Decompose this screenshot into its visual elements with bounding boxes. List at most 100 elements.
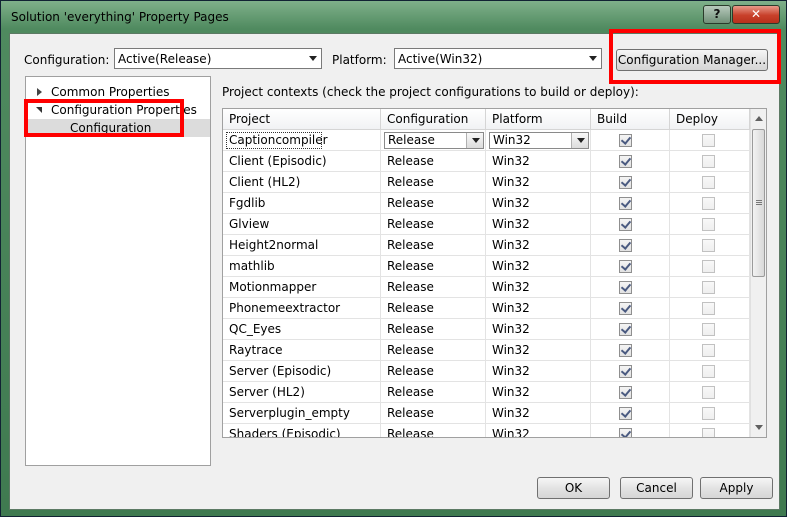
table-row[interactable]: Server (Episodic) Release Win32 bbox=[223, 361, 750, 382]
table-row[interactable]: Fgdlib Release Win32 bbox=[223, 193, 750, 214]
build-checkbox[interactable] bbox=[619, 407, 632, 420]
deploy-checkbox[interactable] bbox=[702, 323, 715, 336]
platform-cell[interactable]: Win32 bbox=[486, 235, 591, 256]
configuration-manager-button[interactable]: Configuration Manager... bbox=[616, 49, 768, 71]
scroll-down-icon[interactable] bbox=[755, 425, 763, 430]
deploy-checkbox[interactable] bbox=[702, 281, 715, 294]
column-header-build[interactable]: Build bbox=[591, 109, 670, 130]
project-cell[interactable]: Fgdlib bbox=[223, 193, 381, 214]
project-cell[interactable]: Glview bbox=[223, 214, 381, 235]
platform-cell-dropdown[interactable]: Win32 bbox=[489, 132, 589, 149]
table-row[interactable]: mathlib Release Win32 bbox=[223, 256, 750, 277]
project-cell[interactable]: Serverplugin_empty bbox=[223, 403, 381, 424]
platform-cell[interactable]: Win32 bbox=[486, 424, 591, 437]
build-checkbox[interactable] bbox=[619, 155, 632, 168]
deploy-checkbox[interactable] bbox=[702, 428, 715, 437]
project-cell[interactable]: Motionmapper bbox=[223, 277, 381, 298]
platform-cell[interactable]: Win32 bbox=[486, 256, 591, 277]
property-tree[interactable]: Common Properties Configuration Properti… bbox=[25, 76, 211, 466]
build-checkbox[interactable] bbox=[619, 197, 632, 210]
platform-cell[interactable]: Win32 bbox=[486, 298, 591, 319]
platform-cell[interactable]: Win32 bbox=[486, 172, 591, 193]
platform-cell[interactable]: Win32 bbox=[486, 277, 591, 298]
deploy-checkbox[interactable] bbox=[702, 155, 715, 168]
vertical-scrollbar[interactable] bbox=[750, 109, 766, 437]
deploy-checkbox[interactable] bbox=[702, 218, 715, 231]
column-header-configuration[interactable]: Configuration bbox=[381, 109, 486, 130]
platform-cell[interactable]: Win32 bbox=[486, 214, 591, 235]
deploy-checkbox[interactable] bbox=[702, 197, 715, 210]
configuration-cell[interactable]: Release bbox=[381, 403, 486, 424]
build-checkbox[interactable] bbox=[619, 386, 632, 399]
configuration-cell[interactable]: Release bbox=[381, 277, 486, 298]
table-row[interactable]: Shaders (Episodic) Release Win32 bbox=[223, 424, 750, 437]
build-checkbox[interactable] bbox=[619, 323, 632, 336]
table-row[interactable]: Height2normal Release Win32 bbox=[223, 235, 750, 256]
project-cell[interactable]: Client (HL2) bbox=[223, 172, 381, 193]
platform-cell[interactable]: Win32 bbox=[486, 319, 591, 340]
help-button[interactable]: ? bbox=[703, 5, 731, 24]
table-row[interactable]: Client (Episodic) Release Win32 bbox=[223, 151, 750, 172]
build-checkbox[interactable] bbox=[619, 260, 632, 273]
configuration-cell[interactable]: Release bbox=[381, 340, 486, 361]
build-checkbox[interactable] bbox=[619, 428, 632, 437]
tree-item-common-properties[interactable]: Common Properties bbox=[26, 83, 210, 101]
build-checkbox[interactable] bbox=[619, 134, 632, 147]
platform-cell[interactable]: Win32 bbox=[486, 130, 591, 151]
platform-cell[interactable]: Win32 bbox=[486, 340, 591, 361]
deploy-checkbox[interactable] bbox=[702, 365, 715, 378]
tree-item-configuration-properties[interactable]: Configuration Properties bbox=[26, 101, 210, 119]
platform-cell[interactable]: Win32 bbox=[486, 403, 591, 424]
project-cell[interactable]: Raytrace bbox=[223, 340, 381, 361]
column-header-deploy[interactable]: Deploy bbox=[670, 109, 750, 130]
close-button[interactable]: ✕ bbox=[732, 5, 780, 24]
configuration-cell[interactable]: Release bbox=[381, 256, 486, 277]
project-cell[interactable]: Client (Episodic) bbox=[223, 151, 381, 172]
configuration-cell[interactable]: Release bbox=[381, 172, 486, 193]
configuration-cell[interactable]: Release bbox=[381, 151, 486, 172]
table-row[interactable]: Raytrace Release Win32 bbox=[223, 340, 750, 361]
tree-item-configuration[interactable]: Configuration bbox=[26, 119, 210, 137]
column-header-project[interactable]: Project bbox=[223, 109, 381, 130]
title-bar[interactable]: Solution 'everything' Property Pages ? ✕ bbox=[1, 1, 787, 33]
project-cell[interactable]: Height2normal bbox=[223, 235, 381, 256]
configuration-cell-dropdown[interactable]: Release bbox=[384, 132, 484, 149]
configuration-cell[interactable]: Release bbox=[381, 382, 486, 403]
project-cell[interactable]: QC_Eyes bbox=[223, 319, 381, 340]
deploy-checkbox[interactable] bbox=[702, 176, 715, 189]
scrollbar-thumb[interactable] bbox=[752, 129, 765, 277]
platform-dropdown[interactable]: Active(Win32) bbox=[394, 48, 602, 69]
platform-cell[interactable]: Win32 bbox=[486, 382, 591, 403]
configuration-cell[interactable]: Release bbox=[381, 424, 486, 437]
ok-button[interactable]: OK bbox=[537, 477, 610, 499]
deploy-checkbox[interactable] bbox=[702, 239, 715, 252]
build-checkbox[interactable] bbox=[619, 239, 632, 252]
project-cell[interactable]: Server (HL2) bbox=[223, 382, 381, 403]
deploy-checkbox[interactable] bbox=[702, 407, 715, 420]
build-checkbox[interactable] bbox=[619, 365, 632, 378]
configuration-cell[interactable]: Release bbox=[381, 130, 486, 151]
table-row[interactable]: Phonemeextractor Release Win32 bbox=[223, 298, 750, 319]
configuration-cell[interactable]: Release bbox=[381, 214, 486, 235]
project-cell[interactable]: mathlib bbox=[223, 256, 381, 277]
platform-cell[interactable]: Win32 bbox=[486, 151, 591, 172]
table-row[interactable]: Glview Release Win32 bbox=[223, 214, 750, 235]
configuration-cell[interactable]: Release bbox=[381, 319, 486, 340]
platform-cell[interactable]: Win32 bbox=[486, 361, 591, 382]
build-checkbox[interactable] bbox=[619, 281, 632, 294]
configuration-cell[interactable]: Release bbox=[381, 298, 486, 319]
project-cell[interactable]: Captioncompiler bbox=[223, 130, 381, 151]
scroll-up-icon[interactable] bbox=[755, 116, 763, 121]
cancel-button[interactable]: Cancel bbox=[620, 477, 693, 499]
configuration-cell[interactable]: Release bbox=[381, 193, 486, 214]
deploy-checkbox[interactable] bbox=[702, 386, 715, 399]
dropdown-button[interactable] bbox=[466, 133, 483, 148]
project-cell[interactable]: Shaders (Episodic) bbox=[223, 424, 381, 437]
table-row[interactable]: Motionmapper Release Win32 bbox=[223, 277, 750, 298]
expand-arrow-icon[interactable] bbox=[37, 88, 42, 96]
column-header-platform[interactable]: Platform bbox=[486, 109, 591, 130]
collapse-arrow-icon[interactable] bbox=[36, 107, 42, 113]
platform-cell[interactable]: Win32 bbox=[486, 193, 591, 214]
deploy-checkbox[interactable] bbox=[702, 302, 715, 315]
dropdown-button[interactable] bbox=[571, 133, 588, 148]
